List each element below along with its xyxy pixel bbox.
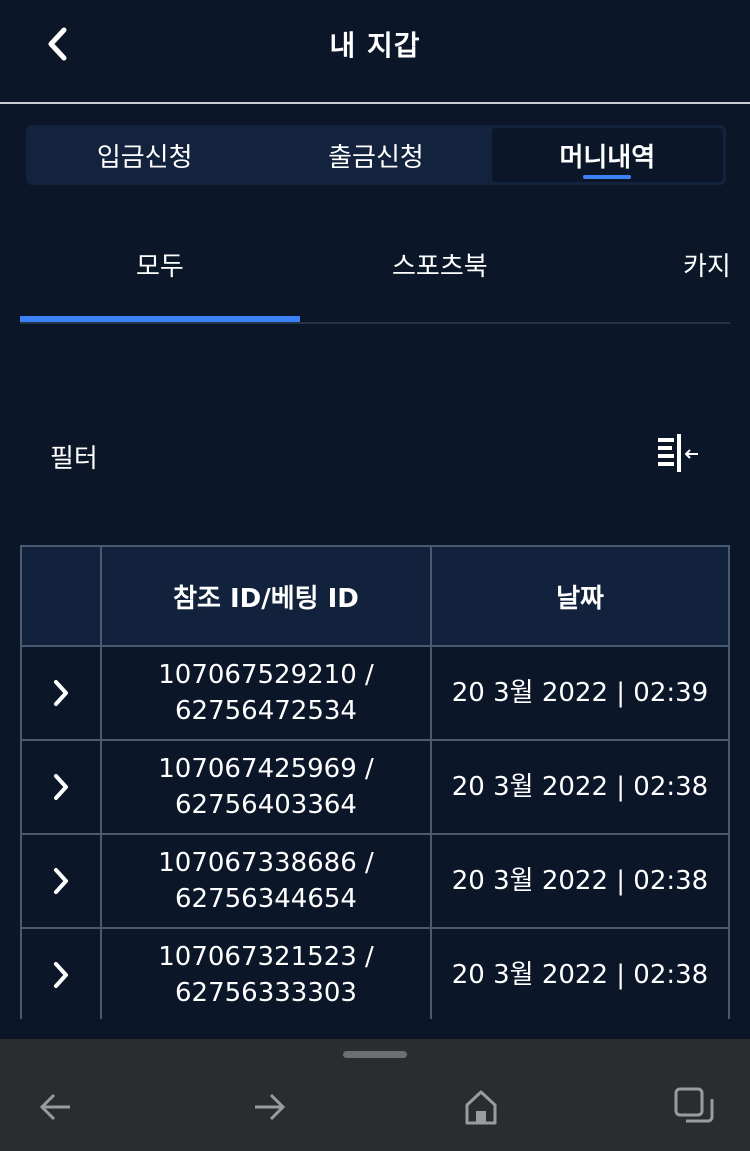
table-row[interactable]: 107067425969 / 62756403364 20 3월 2022 | … [22, 741, 728, 835]
column-header-date: 날짜 [556, 583, 604, 614]
tab-label: 모두 [136, 252, 184, 282]
ref-bet-id-cell: 107067529210 / 62756472534 [102, 647, 432, 739]
ref-bet-id-cell: 107067321523 / 62756333303 [102, 929, 432, 1019]
active-tab-underline [583, 175, 632, 179]
browser-bottom-bar [0, 1039, 750, 1151]
active-subtab-indicator [20, 316, 300, 322]
home-icon [465, 1090, 497, 1125]
ref-id: 107067338686 / [158, 848, 374, 878]
ref-id: 107067321523 / [158, 942, 374, 972]
page-title: 내 지갑 [329, 29, 421, 62]
tab-withdraw-request[interactable]: 출금신청 [260, 128, 491, 182]
chevron-right-icon [54, 774, 68, 800]
table-row[interactable]: 107067338686 / 62756344654 20 3월 2022 | … [22, 835, 728, 929]
column-header-expand [22, 547, 102, 645]
category-tabs: 모두 스포츠북 카지 [20, 220, 730, 324]
table-header: 참조 ID/베팅 ID 날짜 [22, 547, 728, 647]
browser-home-button[interactable] [457, 1083, 505, 1131]
table-row[interactable]: 107067321523 / 62756333303 20 3월 2022 | … [22, 929, 728, 1019]
browser-back-button[interactable] [32, 1083, 80, 1131]
chevron-right-icon [54, 868, 68, 894]
bet-id: 62756472534 [175, 696, 357, 726]
tab-deposit-request[interactable]: 입금신청 [29, 128, 260, 182]
transaction-table: 참조 ID/베팅 ID 날짜 107067529210 / 6275647253… [20, 545, 730, 1019]
expand-row-button[interactable] [22, 647, 102, 739]
wallet-tabs: 입금신청 출금신청 머니내역 [26, 125, 726, 185]
bet-id: 62756344654 [175, 884, 357, 914]
forward-arrow-icon [255, 1093, 286, 1121]
bet-id: 62756333303 [175, 978, 357, 1008]
chevron-right-icon [54, 680, 68, 706]
tab-casino[interactable]: 카지 [683, 246, 730, 283]
tab-sportsbook[interactable]: 스포츠북 [392, 246, 488, 283]
ref-bet-id-cell: 107067338686 / 62756344654 [102, 835, 432, 927]
tab-label: 출금신청 [328, 142, 424, 173]
browser-tabs-button[interactable] [670, 1083, 718, 1131]
tab-label: 카지 [683, 252, 730, 282]
filter-collapse-icon [658, 434, 698, 472]
drag-handle[interactable] [343, 1051, 407, 1058]
expand-row-button[interactable] [22, 835, 102, 927]
tabs-icon [674, 1087, 714, 1123]
app-header: 내 지갑 [0, 0, 750, 104]
expand-row-button[interactable] [22, 741, 102, 833]
ref-id: 107067425969 / [158, 754, 374, 784]
filter-label: 필터 [50, 444, 98, 474]
ref-bet-id-cell: 107067425969 / 62756403364 [102, 741, 432, 833]
tab-money-history[interactable]: 머니내역 [491, 128, 723, 182]
table-row[interactable]: 107067529210 / 62756472534 20 3월 2022 | … [22, 647, 728, 741]
tab-label: 스포츠북 [392, 252, 488, 282]
bet-id: 62756403364 [175, 790, 357, 820]
ref-id: 107067529210 / [158, 660, 374, 690]
date-cell: 20 3월 2022 | 02:38 [451, 960, 709, 990]
tab-label: 머니내역 [559, 142, 656, 173]
date-cell: 20 3월 2022 | 02:39 [451, 678, 709, 708]
column-header-ref-id: 참조 ID/베팅 ID [102, 547, 432, 645]
tab-label: 입금신청 [96, 142, 193, 173]
browser-forward-button[interactable] [245, 1083, 293, 1131]
chevron-right-icon [54, 962, 68, 988]
date-cell: 20 3월 2022 | 02:38 [451, 866, 709, 896]
filter-button[interactable] [650, 432, 706, 478]
back-arrow-icon [39, 1093, 70, 1121]
expand-row-button[interactable] [22, 929, 102, 1019]
date-cell: 20 3월 2022 | 02:38 [451, 772, 709, 802]
tab-all[interactable]: 모두 [136, 246, 184, 283]
